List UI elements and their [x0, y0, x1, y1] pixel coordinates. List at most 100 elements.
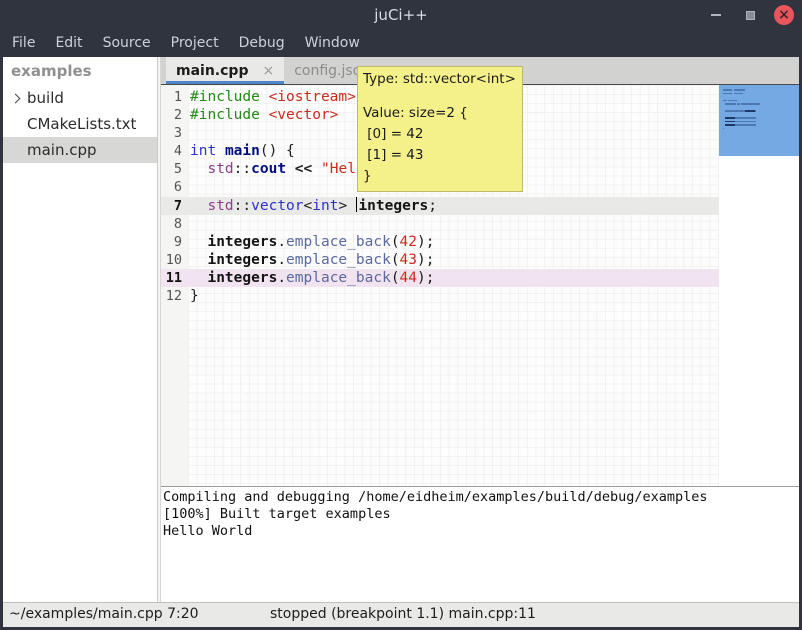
close-button[interactable]: × [774, 5, 794, 25]
tooltip-line [363, 90, 516, 103]
token: main [225, 143, 260, 159]
minimize-icon [711, 14, 721, 16]
code-line[interactable]: 9 integers.emplace_back(42); [161, 233, 719, 251]
line-number[interactable]: 6 [161, 178, 188, 196]
token: > [338, 198, 355, 214]
token: int [190, 143, 216, 159]
tab-main-cpp[interactable]: main.cpp× [166, 57, 284, 84]
line-number[interactable]: 12 [161, 287, 188, 305]
token: emplace_back [286, 252, 391, 268]
status-debug-state: stopped (breakpoint 1.1) main.cpp:11 [270, 606, 536, 622]
minimap-mark [725, 117, 734, 119]
token: emplace_back [286, 234, 391, 250]
token: ); [417, 234, 434, 250]
token: vector [251, 198, 303, 214]
token: . [277, 252, 286, 268]
restore-button[interactable] [740, 5, 760, 25]
minimap-mark [754, 124, 756, 126]
tooltip-line: [0] = 42 [363, 124, 516, 145]
code-line[interactable]: 11 integers.emplace_back(44); [161, 269, 719, 287]
code-text: integers.emplace_back(43); [190, 251, 434, 269]
tooltip-line: [1] = 43 [363, 145, 516, 166]
code-line[interactable]: 12} [161, 287, 719, 305]
minimap-mark [745, 110, 754, 112]
window-controls: × [706, 0, 794, 30]
token: std [207, 198, 233, 214]
token: ( [391, 252, 400, 268]
sidebar-item-label: main.cpp [27, 137, 97, 163]
status-bar: ~/examples/main.cpp 7:20 stopped (breakp… [3, 602, 799, 627]
sidebar-item-build[interactable]: build [3, 85, 157, 111]
line-number[interactable]: 2 [161, 106, 188, 124]
token: <iostream> [269, 89, 356, 105]
menu-bar: FileEditSourceProjectDebugWindow [0, 30, 802, 57]
line-number[interactable]: 10 [161, 251, 188, 269]
token: 42 [400, 234, 417, 250]
token: ; [428, 198, 437, 214]
token: integers [207, 234, 277, 250]
line-number[interactable]: 1 [161, 88, 188, 106]
sidebar-item-label: build [27, 85, 64, 111]
line-number[interactable]: 9 [161, 233, 188, 251]
token: ); [417, 270, 434, 286]
terminal-output[interactable]: Compiling and debugging /home/eidheim/ex… [161, 486, 799, 602]
file-tree-panel: examples buildCMakeLists.txtmain.cpp [3, 57, 157, 602]
line-number[interactable]: 5 [161, 160, 188, 178]
token [216, 143, 225, 159]
minimap-mark [731, 110, 738, 112]
minimap[interactable] [719, 85, 799, 486]
token [190, 234, 207, 250]
line-number[interactable]: 11 [161, 269, 188, 287]
token [190, 198, 207, 214]
line-number[interactable]: 3 [161, 124, 188, 142]
menu-file[interactable]: File [2, 30, 45, 57]
token: < [304, 198, 313, 214]
token: ); [417, 252, 434, 268]
tooltip-line: } [363, 166, 516, 187]
sidebar-item-main-cpp[interactable]: main.cpp [3, 137, 157, 163]
sidebar-item-cmakelists-txt[interactable]: CMakeLists.txt [3, 111, 157, 137]
titlebar[interactable]: juCi++ × [0, 0, 802, 30]
token: :: [234, 198, 251, 214]
minimize-button[interactable] [706, 5, 726, 25]
window-title: juCi++ [0, 0, 802, 30]
menu-source[interactable]: Source [93, 30, 161, 57]
minimap-mark [723, 93, 732, 95]
token [312, 161, 321, 177]
line-number[interactable]: 8 [161, 215, 188, 233]
menu-project[interactable]: Project [161, 30, 229, 57]
sidebar-item-label: CMakeLists.txt [27, 111, 136, 137]
tooltip-line: Value: size=2 { [363, 103, 516, 124]
code-text: int main() { [190, 142, 295, 160]
debug-value-tooltip: Type: std::vector<int>Value: size=2 { [0… [357, 66, 523, 192]
token: int [312, 198, 338, 214]
token [190, 270, 207, 286]
menu-debug[interactable]: Debug [229, 30, 295, 57]
minimap-viewport[interactable] [719, 85, 799, 156]
code-line[interactable]: 10 integers.emplace_back(43); [161, 251, 719, 269]
minimap-mark [723, 128, 724, 130]
line-number[interactable]: 7 [161, 197, 188, 215]
code-line[interactable]: 7 std::vector<int> integers; [161, 197, 719, 215]
chevron-right-icon [11, 93, 21, 103]
token: #include [190, 89, 260, 105]
menu-window[interactable]: Window [295, 30, 370, 57]
project-name: examples [3, 57, 157, 85]
token: << [295, 161, 312, 177]
minimap-line [723, 128, 799, 132]
minimap-mark [758, 103, 759, 105]
token [190, 252, 207, 268]
token: 44 [400, 270, 417, 286]
line-number[interactable]: 4 [161, 142, 188, 160]
code-line[interactable]: 8 [161, 215, 719, 233]
menu-edit[interactable]: Edit [45, 30, 92, 57]
token: ( [391, 270, 400, 286]
file-tree: buildCMakeLists.txtmain.cpp [3, 85, 157, 163]
tab-close-icon[interactable]: × [262, 64, 274, 78]
token: std [207, 161, 233, 177]
close-icon: × [778, 6, 790, 24]
token: integers [358, 198, 428, 214]
minimap-mark [723, 89, 732, 91]
token: . [277, 234, 286, 250]
code-text: integers.emplace_back(44); [190, 269, 434, 287]
